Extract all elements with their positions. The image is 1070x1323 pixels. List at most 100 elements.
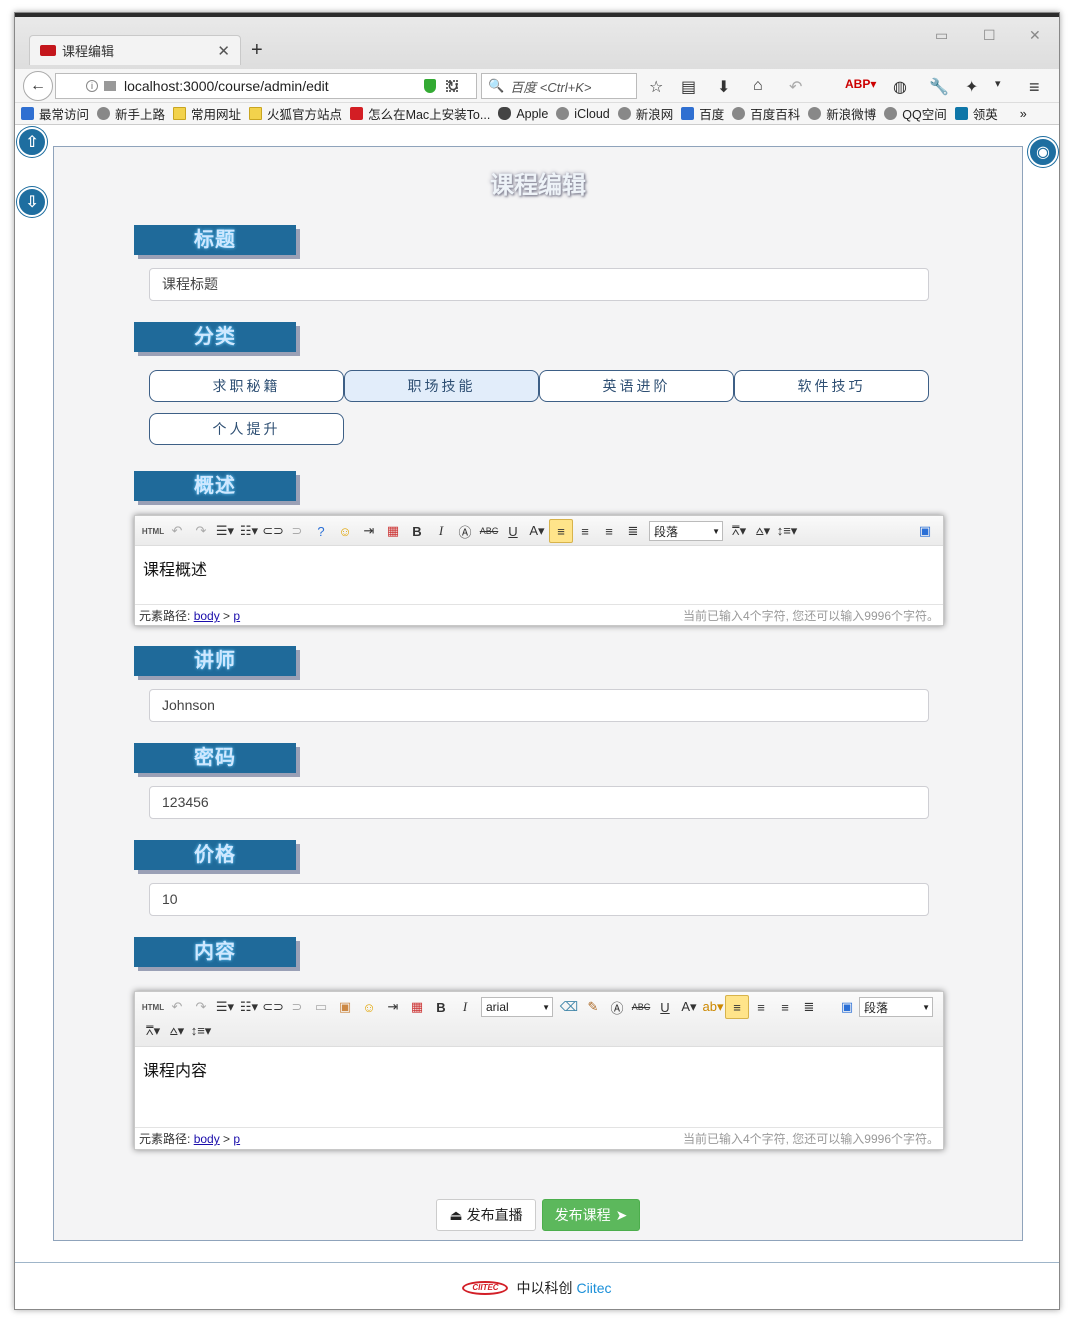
globe-icon[interactable]: ◍ [893, 77, 907, 97]
bookmark-item[interactable]: 火狐官方站点 [249, 104, 342, 123]
format-painter-icon[interactable]: ✎ [581, 995, 605, 1019]
category-option[interactable]: 求职秘籍 [149, 370, 344, 402]
publish-course-button[interactable]: 发布课程 ➤ [542, 1199, 640, 1231]
align-right-icon[interactable]: ≡ [773, 995, 797, 1019]
price-input[interactable]: 10 [149, 883, 929, 916]
url-text[interactable]: localhost:3000/course/admin/edit [124, 78, 424, 94]
spacing-bottom-icon[interactable]: ⩟▾ [751, 519, 775, 543]
align-center-icon[interactable]: ≡ [749, 995, 773, 1019]
html-source-icon[interactable]: HTML [141, 519, 165, 543]
bullet-list-icon[interactable]: ☰▾ [213, 995, 237, 1019]
calendar-icon[interactable]: ▦ [405, 995, 429, 1019]
download-icon[interactable]: ⬇ [717, 77, 730, 97]
minimize-icon[interactable]: ▭ [935, 27, 948, 44]
paragraph-format-select[interactable]: 段落 ▼ [649, 521, 723, 541]
line-height-icon[interactable]: ↕≡▾ [775, 519, 799, 543]
justify-icon[interactable]: ≣ [621, 519, 645, 543]
adblock-icon[interactable]: ABP▾ [845, 77, 876, 91]
address-bar[interactable]: i localhost:3000/course/admin/edit [55, 73, 477, 99]
back-arrow-icon[interactable]: ← [23, 71, 53, 101]
eraser-icon[interactable]: ⌫ [557, 995, 581, 1019]
font-border-icon[interactable]: Ⓐ [605, 995, 629, 1019]
bookmark-item[interactable]: 最常访问 [21, 104, 89, 123]
bookmark-item[interactable]: iCloud [556, 107, 610, 121]
shield-icon[interactable] [424, 79, 436, 93]
redo-icon[interactable]: ↷ [189, 995, 213, 1019]
bookmark-item[interactable]: Apple [498, 107, 548, 121]
paragraph-format-select[interactable]: 段落 ▼ [859, 997, 933, 1017]
upload-cloud-icon[interactable]: ⇧ [17, 127, 47, 157]
link-icon[interactable]: ⊂⊃ [261, 995, 285, 1019]
bold-icon[interactable]: B [405, 519, 429, 543]
html-source-icon[interactable]: HTML [141, 995, 165, 1019]
undo-icon[interactable]: ↶ [789, 77, 802, 97]
bold-icon[interactable]: B [429, 995, 453, 1019]
font-border-icon[interactable]: Ⓐ [453, 519, 477, 543]
calendar-icon[interactable]: ▦ [381, 519, 405, 543]
insert-image-icon[interactable]: ▣ [333, 995, 357, 1019]
bookmark-item[interactable]: 领英 [954, 104, 998, 123]
align-right-icon[interactable]: ≡ [597, 519, 621, 543]
path-p-link[interactable]: p [233, 1132, 240, 1146]
align-center-icon[interactable]: ≡ [573, 519, 597, 543]
download-cloud-icon[interactable]: ⇩ [17, 187, 47, 217]
align-left-icon[interactable]: ≡ [549, 519, 573, 543]
category-option[interactable]: 个人提升 [149, 413, 344, 445]
highlight-color-icon[interactable]: ab▾ [701, 995, 725, 1019]
category-option[interactable]: 软件技巧 [734, 370, 929, 402]
align-left-icon[interactable]: ≡ [725, 995, 749, 1019]
indent-icon[interactable]: ⇥ [357, 519, 381, 543]
redo-icon[interactable]: ↷ [189, 519, 213, 543]
fullscreen-icon[interactable]: ▣ [835, 995, 859, 1019]
underline-icon[interactable]: U [653, 995, 677, 1019]
italic-icon[interactable]: I [453, 995, 477, 1019]
category-option[interactable]: 英语进阶 [539, 370, 734, 402]
category-option-selected[interactable]: 职场技能 [344, 370, 539, 402]
font-family-select[interactable]: arial ▼ [481, 997, 553, 1017]
bookmark-item[interactable]: 百度 [681, 104, 724, 123]
help-icon[interactable]: ? [309, 519, 333, 543]
strikethrough-icon[interactable]: ABC [629, 995, 653, 1019]
emoji-icon[interactable]: ☺ [333, 519, 357, 543]
info-icon[interactable]: i [86, 80, 98, 92]
path-body-link[interactable]: body [194, 1132, 220, 1146]
bookmark-item[interactable]: 怎么在Mac上安装To... [350, 104, 490, 123]
more-bookmarks-chevron-icon[interactable]: » [1020, 107, 1027, 121]
reading-list-icon[interactable]: ▤ [681, 77, 696, 97]
editor-content-area[interactable]: 课程内容 [135, 1047, 943, 1127]
line-height-icon[interactable]: ↕≡▾ [189, 1019, 213, 1043]
reload-icon[interactable]: ↻ [447, 78, 459, 95]
bookmark-item[interactable]: 新浪微博 [808, 104, 876, 123]
emoji-icon[interactable]: ☺ [357, 995, 381, 1019]
path-body-link[interactable]: body [194, 609, 220, 623]
hamburger-menu-icon[interactable]: ≡ [1029, 77, 1040, 98]
bullet-list-icon[interactable]: ☰▾ [213, 519, 237, 543]
undo-icon[interactable]: ↶ [165, 519, 189, 543]
strikethrough-icon[interactable]: ABC [477, 519, 501, 543]
spacing-bottom-icon[interactable]: ⩟▾ [165, 1019, 189, 1043]
teacher-input[interactable]: Johnson [149, 689, 929, 722]
course-title-input[interactable]: 课程标题 [149, 268, 929, 301]
editor-content-area[interactable]: 课程概述 [135, 546, 943, 604]
fullscreen-icon[interactable]: ▣ [913, 519, 937, 543]
spacing-top-icon[interactable]: ⩞▾ [141, 1019, 165, 1043]
unlink-icon[interactable]: ⊃ [285, 995, 309, 1019]
bookmark-item[interactable]: 新手上路 [97, 104, 165, 123]
publish-live-button[interactable]: ⏏ 发布直播 [436, 1199, 536, 1231]
underline-icon[interactable]: U [501, 519, 525, 543]
justify-icon[interactable]: ≣ [797, 995, 821, 1019]
bookmark-star-icon[interactable]: ☆ [649, 77, 663, 97]
new-tab-icon[interactable]: + [251, 39, 263, 62]
eye-icon[interactable]: ◉ [1028, 137, 1058, 167]
company-name-en[interactable]: Ciitec [576, 1280, 611, 1296]
spacing-top-icon[interactable]: ⩞▾ [727, 519, 751, 543]
bookmark-item[interactable]: 百度百科 [732, 104, 800, 123]
numbered-list-icon[interactable]: ☷▾ [237, 519, 261, 543]
password-input[interactable]: 123456 [149, 786, 929, 819]
wrench-icon[interactable]: 🔧 [929, 77, 949, 97]
indent-icon[interactable]: ⇥ [381, 995, 405, 1019]
dropdown-chevron-icon[interactable]: ▾ [995, 77, 1001, 90]
bookmark-item[interactable]: 新浪网 [617, 104, 673, 123]
bookmark-item[interactable]: QQ空间 [884, 104, 947, 123]
extension-icon[interactable]: ✦ [965, 77, 978, 97]
